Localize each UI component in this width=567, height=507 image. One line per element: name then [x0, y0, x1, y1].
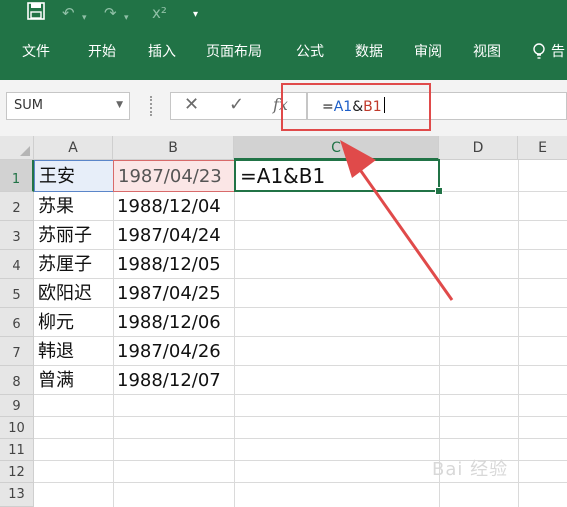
fill-handle[interactable]: [435, 187, 443, 195]
column-header-a[interactable]: A: [34, 136, 113, 160]
superscript-button[interactable]: x²: [152, 3, 167, 23]
cell-b2[interactable]: 1988/12/04: [113, 192, 235, 221]
tab-data[interactable]: 数据: [355, 43, 383, 61]
select-all-corner[interactable]: [0, 136, 34, 160]
tab-view[interactable]: 视图: [473, 43, 501, 61]
undo-icon[interactable]: ↶: [62, 3, 75, 23]
cell-a1[interactable]: 王安: [34, 160, 114, 192]
row-header-1[interactable]: 1: [0, 160, 34, 192]
tab-formulas[interactable]: 公式: [296, 43, 324, 61]
formula-bar-grip[interactable]: [150, 96, 155, 116]
cell-b7[interactable]: 1987/04/26: [113, 337, 235, 366]
column-header-c[interactable]: C: [234, 136, 439, 160]
row-header-6[interactable]: 6: [0, 308, 34, 337]
name-box[interactable]: SUM ▼: [6, 92, 130, 120]
enter-icon[interactable]: ✓: [229, 94, 244, 116]
undo-dropdown-icon[interactable]: ▾: [82, 8, 87, 28]
customize-quick-access-icon[interactable]: ▾: [193, 5, 198, 25]
cell-b1[interactable]: 1987/04/23: [113, 160, 235, 192]
tab-tell-me[interactable]: 告: [551, 43, 565, 61]
row-header-11[interactable]: 11: [0, 439, 34, 461]
row-header-5[interactable]: 5: [0, 279, 34, 308]
cell-c1[interactable]: =A1&B1: [234, 159, 440, 192]
cell-a3[interactable]: 苏丽子: [34, 221, 114, 250]
row-header-4[interactable]: 4: [0, 250, 34, 279]
cell-a8[interactable]: 曾满: [34, 366, 114, 395]
save-icon[interactable]: [27, 2, 45, 25]
tab-insert[interactable]: 插入: [148, 43, 176, 61]
cell-b4[interactable]: 1988/12/05: [113, 250, 235, 279]
column-header-b[interactable]: B: [113, 136, 234, 160]
tab-home[interactable]: 开始: [88, 43, 116, 61]
column-header-d[interactable]: D: [439, 136, 518, 160]
row-header-13[interactable]: 13: [0, 483, 34, 507]
row-header-8[interactable]: 8: [0, 366, 34, 395]
cancel-icon[interactable]: ✕: [184, 94, 199, 116]
lightbulb-icon[interactable]: [532, 42, 546, 65]
tab-review[interactable]: 审阅: [414, 43, 442, 61]
cell-a5[interactable]: 欧阳迟: [34, 279, 114, 308]
redo-icon[interactable]: ↷: [104, 3, 117, 23]
cell-b5[interactable]: 1987/04/25: [113, 279, 235, 308]
column-header-e[interactable]: E: [518, 136, 567, 160]
quick-access-toolbar: ↶ ▾ ↷ ▾ x² ▾: [0, 0, 567, 28]
row-header-12[interactable]: 12: [0, 461, 34, 483]
tab-page-layout[interactable]: 页面布局: [206, 43, 262, 61]
cell-a2[interactable]: 苏果: [34, 192, 114, 221]
row-header-3[interactable]: 3: [0, 221, 34, 250]
row-header-10[interactable]: 10: [0, 417, 34, 439]
cell-b8[interactable]: 1988/12/07: [113, 366, 235, 395]
redo-dropdown-icon[interactable]: ▾: [124, 8, 129, 28]
row-header-2[interactable]: 2: [0, 192, 34, 221]
cell-b6[interactable]: 1988/12/06: [113, 308, 235, 337]
name-box-value: SUM: [14, 98, 43, 113]
cell-a6[interactable]: 柳元: [34, 308, 114, 337]
cell-b3[interactable]: 1987/04/24: [113, 221, 235, 250]
cell-a7[interactable]: 韩退: [34, 337, 114, 366]
row-header-9[interactable]: 9: [0, 395, 34, 417]
cell-a4[interactable]: 苏厘子: [34, 250, 114, 279]
chevron-down-icon[interactable]: ▼: [116, 100, 123, 110]
row-header-7[interactable]: 7: [0, 337, 34, 366]
tab-file[interactable]: 文件: [22, 43, 50, 61]
watermark: Bai 经验: [432, 459, 509, 480]
ribbon-tab-bar: 文件 开始 插入 页面布局 公式 数据 审阅 视图 告: [0, 28, 567, 80]
formula-highlight-box: [281, 83, 431, 131]
